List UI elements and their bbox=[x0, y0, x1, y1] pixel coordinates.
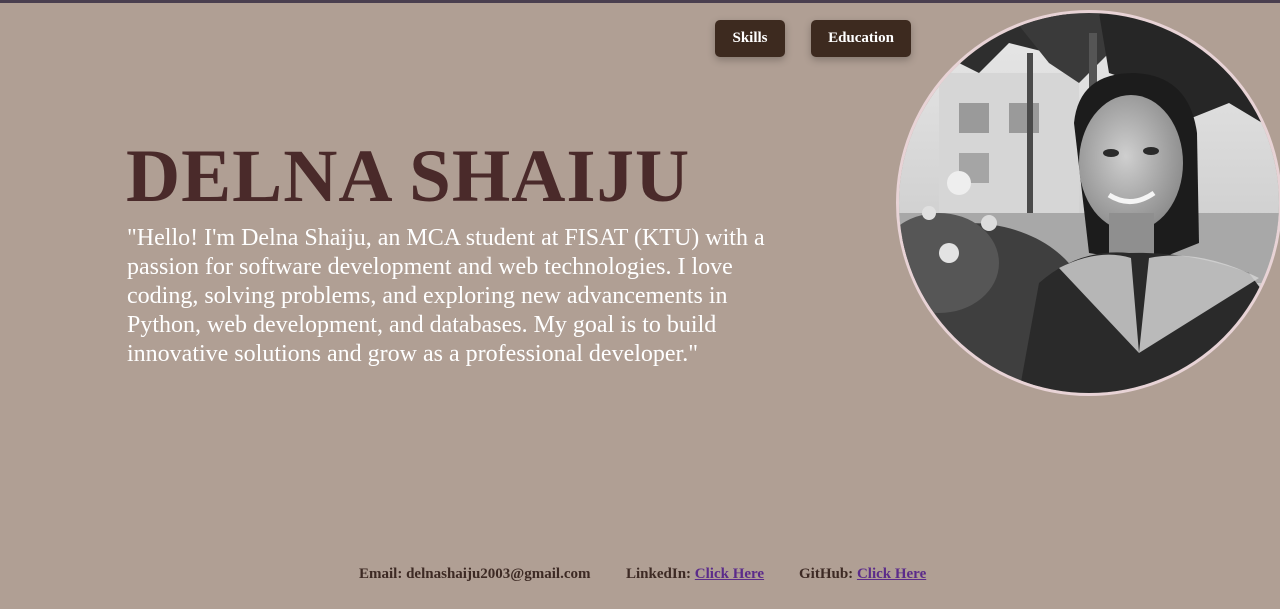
footer-email: Email: delnashaiju2003@gmail.com bbox=[359, 566, 590, 583]
profile-photo bbox=[896, 10, 1280, 396]
github-link[interactable]: Click Here bbox=[857, 566, 926, 582]
top-border bbox=[0, 0, 1280, 3]
footer: Email: delnashaiju2003@gmail.com LinkedI… bbox=[0, 566, 1280, 588]
education-button[interactable]: Education bbox=[811, 20, 911, 57]
email-label: Email: bbox=[359, 566, 403, 582]
profile-photo-illustration bbox=[899, 13, 1279, 393]
linkedin-link[interactable]: Click Here bbox=[695, 566, 764, 582]
skills-button[interactable]: Skills bbox=[715, 20, 785, 57]
email-value: delnashaiju2003@gmail.com bbox=[406, 566, 591, 582]
github-label: GitHub: bbox=[799, 566, 854, 582]
intro-paragraph: "Hello! I'm Delna Shaiju, an MCA student… bbox=[127, 225, 765, 367]
linkedin-label: LinkedIn: bbox=[626, 566, 692, 582]
footer-linkedin: LinkedIn: Click Here bbox=[626, 566, 764, 583]
page-title: DELNA SHAIJU bbox=[126, 135, 691, 218]
footer-github: GitHub: Click Here bbox=[799, 566, 926, 583]
